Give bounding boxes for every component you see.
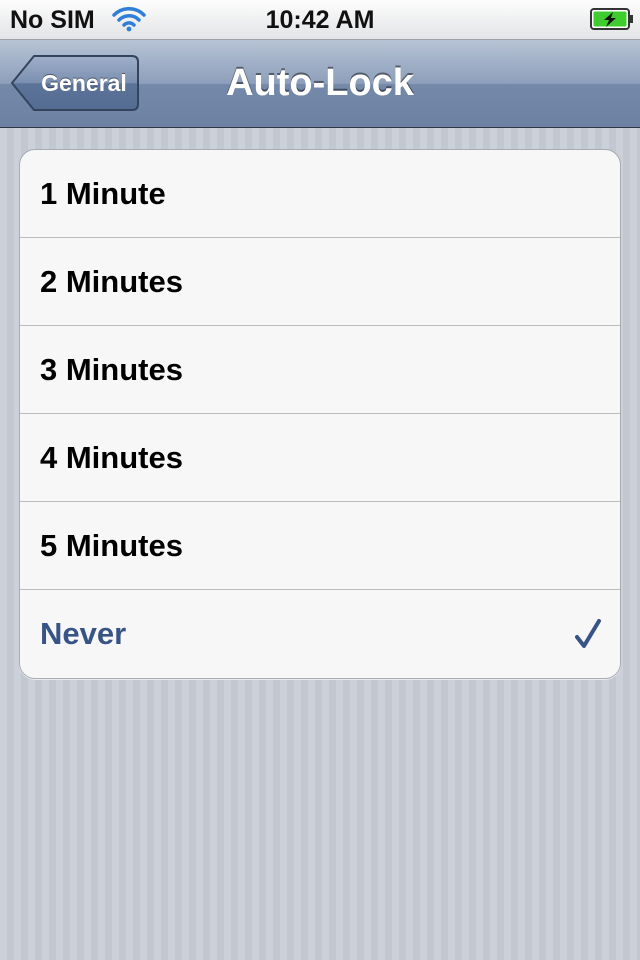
option-label: Never	[40, 616, 127, 651]
option-5-minutes[interactable]: 5 Minutes	[20, 502, 620, 590]
option-label: 1 Minute	[40, 176, 166, 211]
page-title: Auto-Lock	[226, 62, 414, 104]
option-label: 4 Minutes	[40, 440, 183, 475]
navigation-bar: General Auto-Lock	[0, 40, 640, 128]
status-time: 10:42 AM	[265, 6, 375, 34]
option-label: 3 Minutes	[40, 352, 183, 387]
option-3-minutes[interactable]: 3 Minutes	[20, 326, 620, 414]
checkmark-icon	[574, 618, 602, 650]
battery-charging-icon	[590, 8, 634, 30]
option-1-minute[interactable]: 1 Minute	[20, 150, 620, 238]
option-label: 2 Minutes	[40, 264, 183, 299]
option-never[interactable]: Never	[20, 590, 620, 678]
option-2-minutes[interactable]: 2 Minutes	[20, 238, 620, 326]
auto-lock-options-list: 1 Minute 2 Minutes 3 Minutes 4 Minutes 5…	[19, 149, 621, 679]
option-label: 5 Minutes	[40, 528, 183, 563]
option-4-minutes[interactable]: 4 Minutes	[20, 414, 620, 502]
status-bar: No SIM 10:42 AM	[0, 0, 640, 40]
